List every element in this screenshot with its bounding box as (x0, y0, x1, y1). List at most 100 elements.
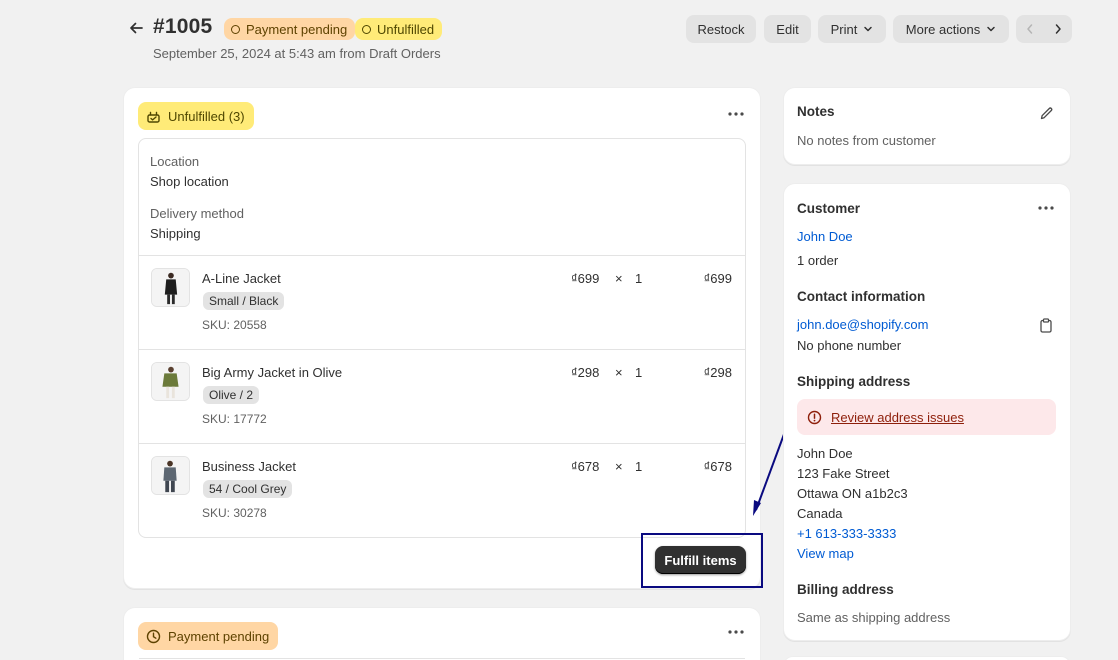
review-address-issues-link[interactable]: Review address issues (831, 410, 964, 425)
order-subtitle: September 25, 2024 at 5:43 am from Draft… (153, 46, 441, 61)
fulfillment-icon (147, 111, 160, 123)
product-image (152, 269, 189, 306)
fulfillment-status-badge: Unfulfilled (355, 18, 443, 40)
address-phone-link[interactable]: +1 613-333-3333 (797, 526, 896, 541)
fulfillment-status-label: Unfulfilled (377, 21, 435, 37)
times-symbol: × (615, 271, 623, 286)
edit-button[interactable]: Edit (764, 15, 811, 43)
payment-status-label: Payment pending (246, 21, 348, 37)
chevron-right-icon (1055, 24, 1061, 34)
quantity: 1 (635, 459, 643, 474)
divider (139, 349, 745, 350)
sku-text: SKU: 17772 (202, 412, 267, 426)
location-value: Shop location (150, 174, 229, 189)
sku-text: SKU: 20558 (202, 318, 267, 332)
address-line: 123 Fake Street (797, 466, 890, 481)
notes-title: Notes (797, 104, 835, 119)
unit-price: ₫699 (571, 271, 600, 286)
customer-name-link[interactable]: John Doe (797, 229, 853, 244)
variant-badge: Olive / 2 (203, 386, 260, 404)
arrow-left-icon (130, 22, 143, 34)
print-label: Print (830, 21, 858, 37)
status-dot-icon (231, 24, 240, 34)
times-symbol: × (615, 365, 623, 380)
divider (139, 443, 745, 444)
variant-badge: Small / Black (203, 292, 285, 310)
restock-label: Restock (697, 21, 745, 37)
restock-button[interactable]: Restock (686, 15, 756, 43)
product-image (152, 363, 189, 400)
chevron-down-icon (987, 26, 995, 32)
fulfillment-details (138, 138, 746, 538)
divider (139, 255, 745, 256)
ellipsis-icon (728, 630, 744, 634)
chevron-down-icon (864, 26, 873, 32)
unit-price: ₫678 (571, 459, 600, 474)
edit-label: Edit (776, 21, 799, 37)
more-actions-label: More actions (905, 21, 981, 37)
product-name[interactable]: Big Army Jacket in Olive (202, 365, 342, 380)
delivery-method-label: Delivery method (150, 206, 244, 221)
annotation-highlight-box (641, 533, 763, 588)
quantity: 1 (635, 365, 643, 380)
billing-address-text: Same as shipping address (797, 610, 951, 625)
payment-status-badge: Payment pending (224, 18, 356, 40)
product-name[interactable]: A-Line Jacket (202, 271, 281, 286)
product-thumbnail[interactable] (151, 268, 190, 307)
view-map-link[interactable]: View map (797, 546, 854, 561)
order-pagination (1016, 15, 1072, 43)
next-sidebar-card (783, 656, 1071, 660)
product-image (152, 457, 189, 494)
location-label: Location (150, 154, 200, 169)
contact-information-title: Contact information (797, 289, 926, 304)
delivery-method-value: Shipping (150, 226, 201, 241)
payment-pending-badge: Payment pending (138, 622, 279, 650)
clipboard-icon (1040, 317, 1052, 333)
customer-email-link[interactable]: john.doe@shopify.com (797, 317, 928, 332)
line-total: ₫678 (703, 459, 732, 474)
more-actions-button[interactable]: More actions (893, 15, 1009, 43)
address-issue-banner: Review address issues (797, 399, 1056, 435)
notes-text: No notes from customer (797, 133, 936, 148)
next-order-button[interactable] (1044, 15, 1072, 43)
ellipsis-icon (728, 112, 744, 116)
product-thumbnail[interactable] (151, 456, 190, 495)
address-line: John Doe (797, 446, 853, 461)
unfulfilled-count-badge: Unfulfilled (3) (138, 102, 254, 130)
previous-order-button[interactable] (1016, 15, 1044, 43)
times-symbol: × (615, 459, 623, 474)
customer-title: Customer (797, 201, 861, 216)
customer-phone-text: No phone number (797, 338, 902, 353)
clock-icon (146, 629, 161, 643)
alert-circle-icon (807, 410, 822, 424)
ellipsis-icon (1038, 206, 1054, 210)
address-line: Ottawa ON a1b2c3 (797, 486, 908, 501)
customer-menu-button[interactable] (1033, 197, 1059, 219)
back-button[interactable] (124, 16, 148, 40)
shipping-address-title: Shipping address (797, 374, 911, 389)
customer-order-count: 1 order (797, 253, 839, 268)
sku-text: SKU: 30278 (202, 506, 267, 520)
unit-price: ₫298 (571, 365, 600, 380)
product-name[interactable]: Business Jacket (202, 459, 296, 474)
unfulfilled-count-label: Unfulfilled (3) (168, 108, 245, 124)
line-total: ₫699 (703, 271, 732, 286)
pencil-icon (1040, 106, 1052, 119)
copy-email-button[interactable] (1036, 315, 1056, 335)
notes-card (783, 87, 1071, 165)
divider (139, 658, 745, 659)
print-button[interactable]: Print (818, 15, 886, 43)
chevron-left-icon (1027, 24, 1033, 34)
payment-menu-button[interactable] (723, 621, 749, 643)
page-title: #1005 (153, 15, 213, 38)
status-dot-icon (362, 24, 371, 34)
edit-notes-button[interactable] (1036, 103, 1056, 123)
line-total: ₫298 (703, 365, 732, 380)
billing-address-title: Billing address (797, 582, 894, 597)
product-thumbnail[interactable] (151, 362, 190, 401)
variant-badge: 54 / Cool Grey (203, 480, 293, 498)
fulfillment-menu-button[interactable] (723, 103, 749, 125)
address-line: Canada (797, 506, 843, 521)
payment-pending-label: Payment pending (168, 628, 270, 644)
quantity: 1 (635, 271, 643, 286)
